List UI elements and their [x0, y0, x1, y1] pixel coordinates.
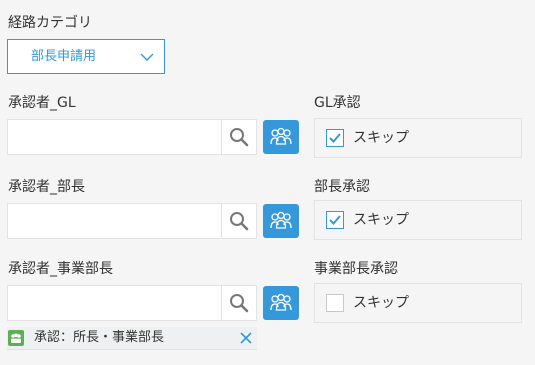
- approval-route-form: 経路カテゴリ 部長申請用 承認者_GL GL承認 スキップ 承認者_部長 部長承…: [0, 0, 535, 365]
- gl-approval-label: GL承認: [314, 95, 361, 111]
- close-icon[interactable]: [239, 331, 253, 345]
- search-icon: [230, 294, 249, 313]
- search-icon: [230, 212, 249, 231]
- division-head-approval-skip-panel: スキップ: [314, 283, 522, 323]
- manager-approval-skip-panel: スキップ: [314, 200, 522, 240]
- approver-manager-search-button[interactable]: [221, 203, 257, 239]
- selected-entity-chip: 承認：所長・事業部長: [7, 327, 257, 350]
- division-head-approval-skip-checkbox[interactable]: [326, 294, 344, 312]
- approver-division-head-label: 承認者_事業部長: [8, 261, 113, 277]
- checkmark-icon: [329, 215, 341, 225]
- approver-gl-org-chart-button[interactable]: [263, 120, 299, 154]
- manager-approval-label: 部長承認: [314, 179, 370, 195]
- gl-approval-skip-label: スキップ: [353, 130, 409, 146]
- division-head-approval-label: 事業部長承認: [314, 261, 398, 277]
- approver-division-head-selector: [7, 285, 299, 321]
- route-category-dropdown[interactable]: 部長申請用: [7, 39, 165, 74]
- division-head-approval-skip-label: スキップ: [353, 295, 409, 311]
- checkmark-icon: [329, 133, 341, 143]
- approver-gl-selector: [7, 119, 299, 155]
- approver-manager-input[interactable]: [7, 203, 221, 239]
- approver-division-head-input[interactable]: [7, 285, 221, 321]
- route-category-label: 経路カテゴリ: [8, 15, 92, 31]
- manager-approval-skip-label: スキップ: [353, 212, 409, 228]
- approver-manager-selector: [7, 203, 299, 239]
- manager-approval-skip-checkbox[interactable]: [326, 211, 344, 229]
- selected-entity-name: 承認：所長・事業部長: [34, 330, 165, 345]
- gl-approval-skip-checkbox[interactable]: [326, 129, 344, 147]
- chevron-down-icon: [140, 53, 154, 61]
- organization-icon: [270, 211, 292, 229]
- approver-manager-org-chart-button[interactable]: [263, 204, 299, 238]
- approver-division-head-search-button[interactable]: [221, 285, 257, 321]
- approver-gl-search-button[interactable]: [221, 119, 257, 155]
- gl-approval-skip-panel: スキップ: [314, 118, 522, 158]
- organization-icon: [270, 127, 292, 145]
- approver-gl-label: 承認者_GL: [8, 95, 76, 111]
- approver-division-head-org-chart-button[interactable]: [263, 286, 299, 320]
- organization-icon: [270, 293, 292, 311]
- search-icon: [230, 128, 249, 147]
- role-group-icon: [8, 330, 24, 346]
- route-category-selected-value: 部長申請用: [31, 49, 97, 64]
- approver-manager-label: 承認者_部長: [8, 179, 85, 195]
- approver-gl-input[interactable]: [7, 119, 221, 155]
